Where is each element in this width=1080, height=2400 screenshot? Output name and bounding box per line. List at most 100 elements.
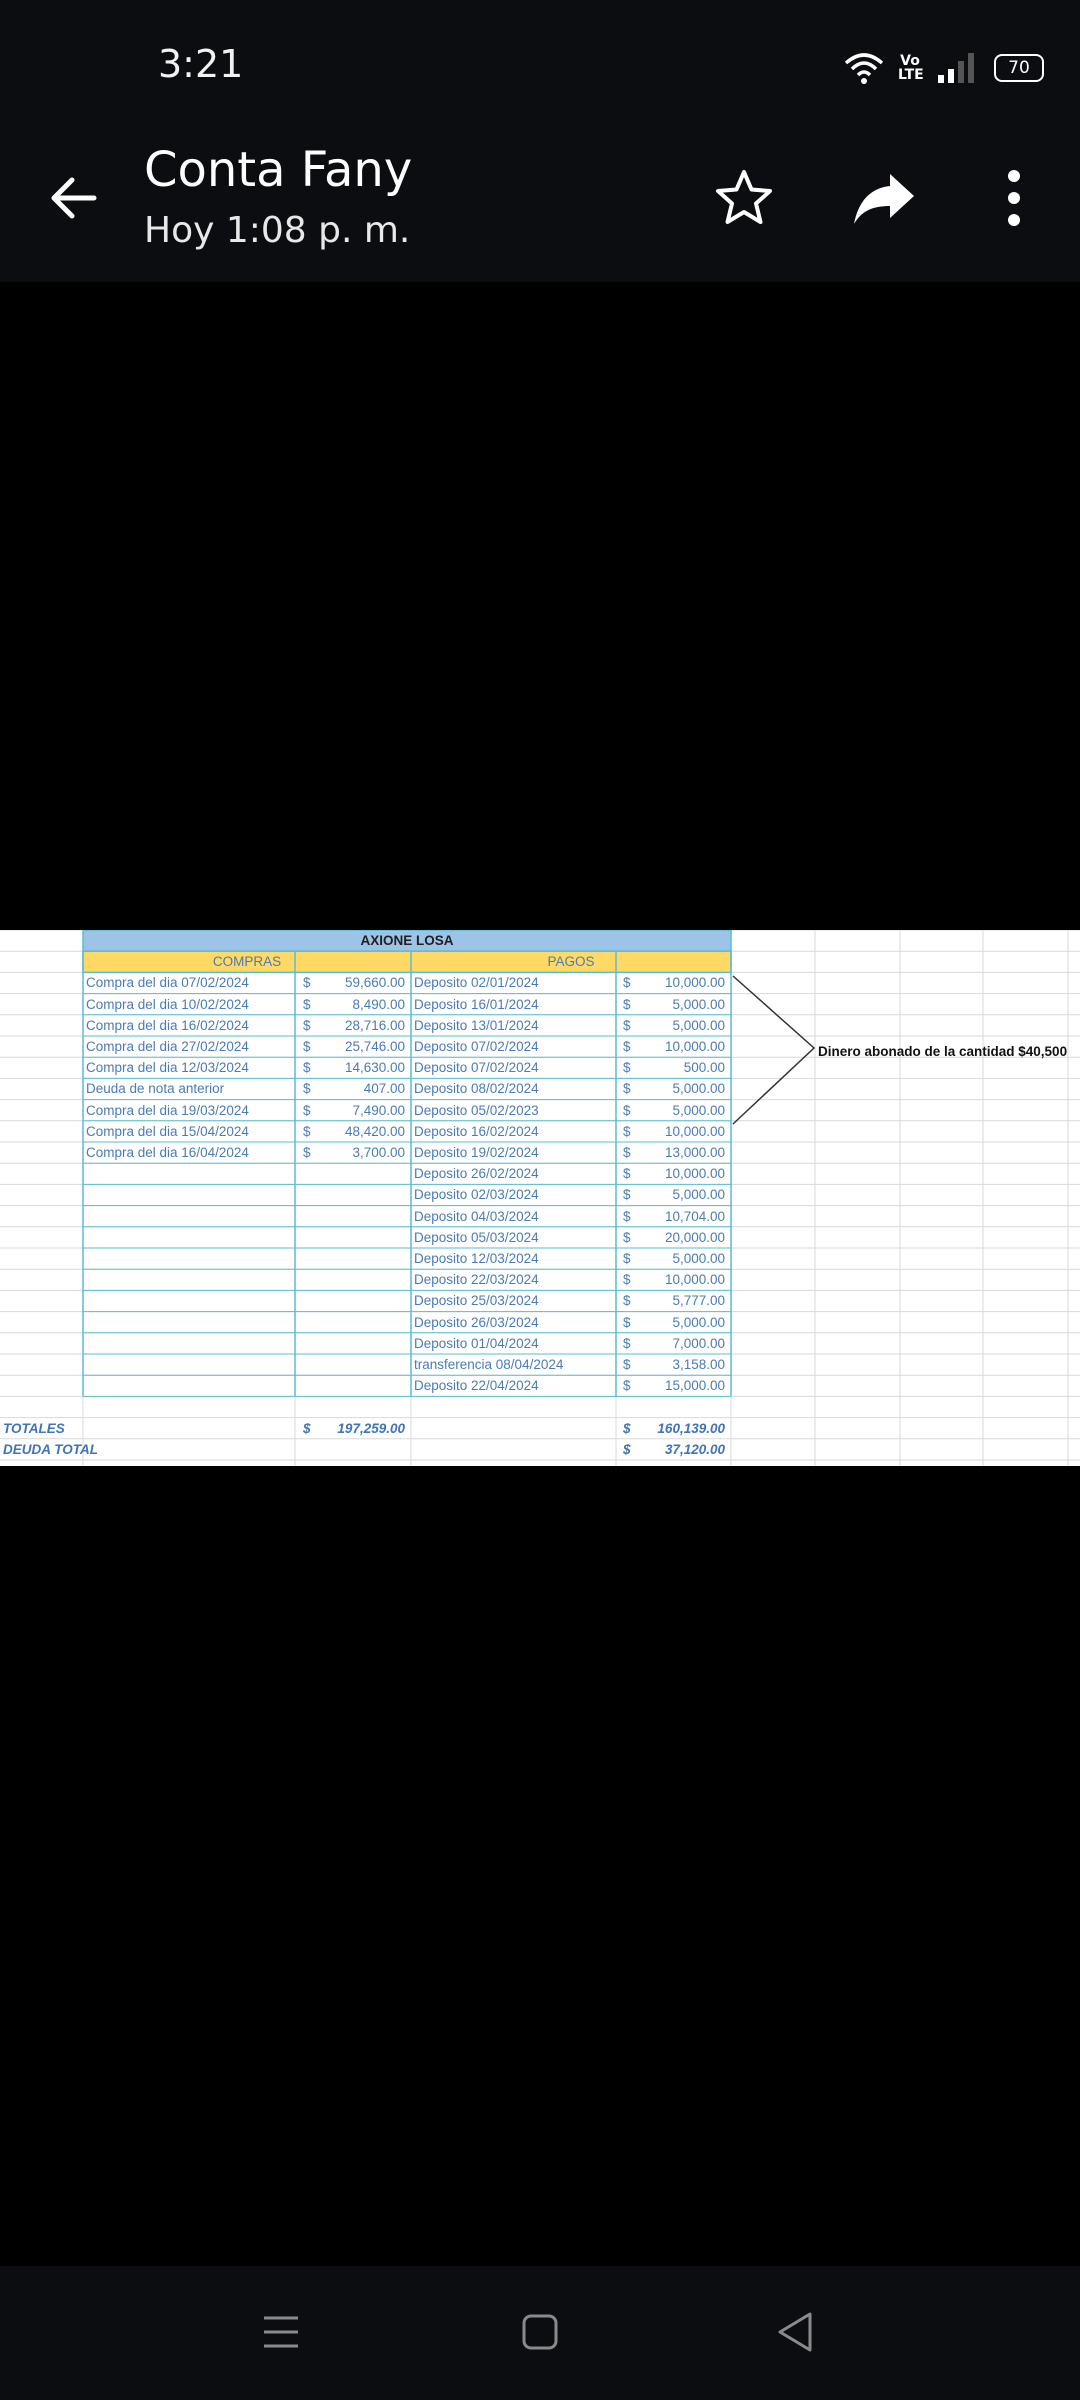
pago-currency: $ — [623, 1123, 631, 1139]
pago-currency: $ — [623, 1314, 631, 1330]
pago-currency: $ — [623, 1293, 631, 1309]
compra-amount: 59,660.00 — [344, 975, 405, 991]
compra-description: Compra del dia 10/02/2024 — [86, 996, 249, 1012]
pago-description: Deposito 19/02/2024 — [414, 1145, 539, 1160]
pago-description: Deposito 08/02/2024 — [414, 1081, 539, 1097]
deuda-label: DEUDA TOTAL — [3, 1442, 98, 1457]
pago-amount: 7,000.00 — [672, 1335, 725, 1351]
pago-amount: 5,000.00 — [672, 1017, 725, 1033]
compra-description: Compra del dia 27/02/2024 — [86, 1039, 249, 1054]
pago-description: Deposito 26/03/2024 — [414, 1314, 539, 1330]
signal-icon — [938, 53, 974, 83]
compra-amount: 14,630.00 — [344, 1060, 405, 1076]
star-outline-icon[interactable] — [712, 166, 776, 230]
menu-icon[interactable] — [262, 2312, 300, 2352]
pago-currency: $ — [623, 1060, 631, 1076]
pago-description: Deposito 25/03/2024 — [414, 1293, 539, 1309]
pago-amount: 15,000.00 — [664, 1378, 725, 1394]
pago-currency: $ — [623, 1017, 631, 1033]
pago-currency: $ — [623, 1378, 631, 1394]
pago-description: Deposito 13/01/2024 — [414, 1017, 539, 1033]
pago-currency: $ — [623, 1272, 631, 1288]
pago-description: Deposito 12/03/2024 — [414, 1251, 539, 1266]
pago-description: Deposito 22/04/2024 — [414, 1378, 539, 1394]
pago-currency: $ — [623, 1081, 631, 1097]
pago-amount: 5,000.00 — [672, 1102, 725, 1118]
bracket-line — [732, 975, 816, 1125]
pago-description: Deposito 05/02/2023 — [414, 1102, 539, 1118]
more-vertical-icon[interactable] — [996, 166, 1032, 230]
pago-description: Deposito 02/01/2024 — [414, 975, 539, 991]
compra-amount: 3,700.00 — [352, 1145, 405, 1160]
compra-currency: $ — [303, 1123, 311, 1139]
conversation-title: Conta Fany — [144, 142, 413, 198]
pago-currency: $ — [623, 1166, 631, 1182]
pago-currency: $ — [623, 1208, 631, 1224]
app-bar: Conta Fany Hoy 1:08 p. m. — [0, 120, 1080, 282]
deuda-amount: 37,120.00 — [664, 1442, 725, 1457]
pago-currency: $ — [623, 1251, 631, 1266]
pago-currency: $ — [623, 996, 631, 1012]
compra-description: Compra del dia 16/04/2024 — [86, 1145, 249, 1160]
totales-compras-currency: $ — [303, 1421, 311, 1436]
arrow-left-icon[interactable] — [44, 168, 104, 228]
compra-currency: $ — [303, 1017, 311, 1033]
compra-description: Compra del dia 16/02/2024 — [86, 1017, 249, 1033]
pago-amount: 5,000.00 — [672, 1187, 725, 1203]
pagos-header: PAGOS — [547, 954, 595, 970]
pago-amount: 13,000.00 — [664, 1145, 725, 1160]
compra-description: Compra del dia 12/03/2024 — [86, 1060, 249, 1076]
pago-amount: 10,000.00 — [664, 1166, 725, 1182]
compra-description: Compra del dia 07/02/2024 — [86, 975, 249, 991]
compra-amount: 48,420.00 — [344, 1123, 405, 1139]
battery-icon: 70 — [994, 54, 1044, 82]
pago-description: Deposito 04/03/2024 — [414, 1208, 539, 1224]
spreadsheet-image[interactable]: AXIONE LOSA COMPRAS PAGOS Compra del dia… — [0, 930, 1080, 1466]
pago-amount: 20,000.00 — [664, 1229, 725, 1245]
pago-description: Deposito 26/02/2024 — [414, 1166, 539, 1182]
pago-currency: $ — [623, 1102, 631, 1118]
pago-currency: $ — [623, 1039, 631, 1054]
totales-pagos-currency: $ — [623, 1421, 631, 1436]
pago-currency: $ — [623, 1145, 631, 1160]
message-timestamp: Hoy 1:08 p. m. — [144, 210, 411, 251]
compra-currency: $ — [303, 1039, 311, 1054]
pago-amount: 5,000.00 — [672, 996, 725, 1012]
status-time: 3:21 — [158, 42, 244, 86]
pago-currency: $ — [623, 1187, 631, 1203]
totales-compras-amount: 197,259.00 — [337, 1421, 405, 1436]
navigation-bar — [0, 2266, 1080, 2400]
volte-icon: Vo LTE — [898, 53, 924, 83]
compra-amount: 28,716.00 — [344, 1017, 405, 1033]
deuda-currency: $ — [623, 1442, 631, 1457]
compra-amount: 25,746.00 — [344, 1039, 405, 1054]
pago-amount: 10,704.00 — [664, 1208, 725, 1224]
compra-amount: 8,490.00 — [352, 996, 405, 1012]
compra-currency: $ — [303, 1060, 311, 1076]
pago-amount: 10,000.00 — [664, 1123, 725, 1139]
pago-description: Deposito 02/03/2024 — [414, 1187, 539, 1203]
pago-description: Deposito 07/02/2024 — [414, 1039, 539, 1054]
pago-description: Deposito 16/01/2024 — [414, 996, 539, 1012]
pago-amount: 10,000.00 — [664, 975, 725, 991]
compra-currency: $ — [303, 975, 311, 991]
compra-currency: $ — [303, 996, 311, 1012]
home-icon[interactable] — [520, 2312, 560, 2352]
back-triangle-icon[interactable] — [776, 2310, 814, 2354]
totales-pagos-amount: 160,139.00 — [657, 1421, 725, 1436]
payment-note: Dinero abonado de la cantidad $40,500 — [818, 1044, 1068, 1059]
pago-amount: 5,777.00 — [672, 1293, 725, 1309]
pago-amount: 10,000.00 — [664, 1039, 725, 1054]
compra-description: Deuda de nota anterior — [86, 1081, 225, 1097]
pago-description: Deposito 07/02/2024 — [414, 1060, 539, 1076]
compra-description: Compra del dia 19/03/2024 — [86, 1102, 249, 1118]
share-icon[interactable] — [852, 168, 918, 228]
pago-currency: $ — [623, 1357, 631, 1372]
compra-description: Compra del dia 15/04/2024 — [86, 1123, 249, 1139]
compra-currency: $ — [303, 1102, 311, 1118]
pago-currency: $ — [623, 1335, 631, 1351]
pago-amount: 5,000.00 — [672, 1314, 725, 1330]
wifi-icon — [844, 53, 884, 84]
status-icons: Vo LTE 70 — [844, 48, 1044, 88]
battery-level: 70 — [1008, 58, 1030, 78]
